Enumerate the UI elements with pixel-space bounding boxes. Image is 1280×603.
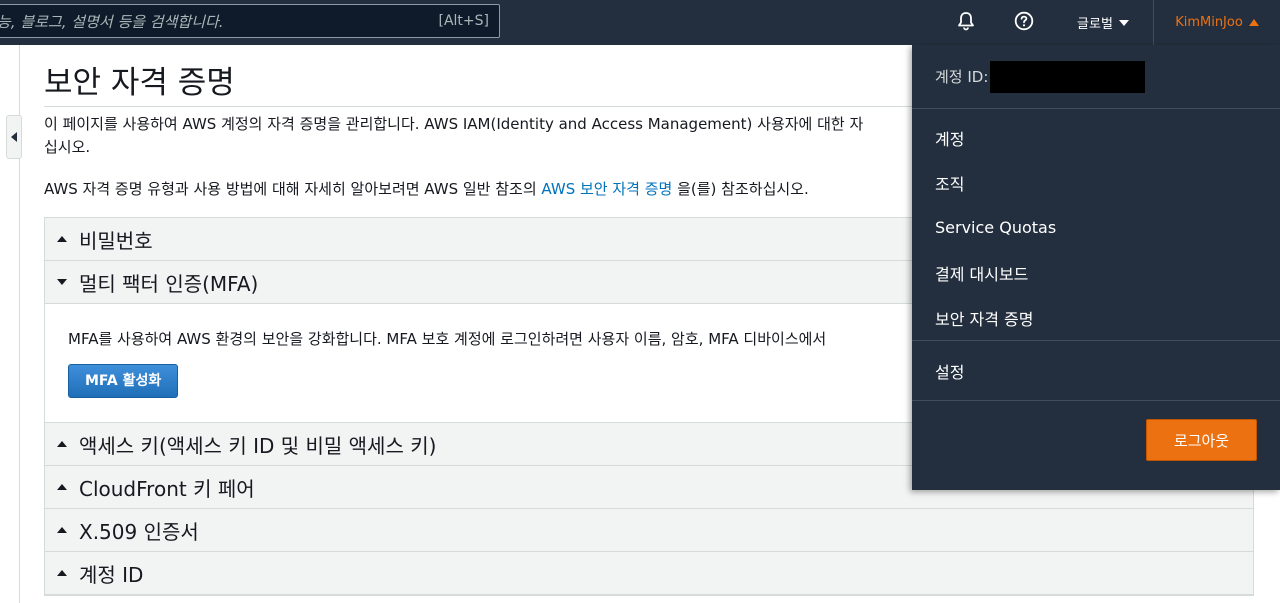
intro-text: 이 페이지를 사용하여 AWS 계정의 자격 증명을 관리합니다. AWS IA…: [44, 115, 864, 133]
account-id-redacted: [990, 60, 1146, 93]
reference-before: AWS 자격 증명 유형과 사용 방법에 대해 자세히 알아보려면 AWS 일반…: [44, 180, 542, 198]
reference-after: 을(를) 참조하십시오.: [672, 180, 809, 198]
triangle-down-icon: [57, 279, 67, 285]
top-navigation: 능, 블로그, 설명서 등을 검색합니다. [Alt+S] 글로벌 KimMin…: [0, 0, 1280, 45]
menu-item-security-credentials[interactable]: 보안 자격 증명: [912, 295, 1280, 340]
triangle-up-icon: [57, 236, 67, 242]
side-rail: [0, 45, 22, 603]
triangle-up-icon: [57, 484, 67, 490]
section-x509[interactable]: X.509 인증서: [45, 509, 1253, 552]
caret-up-icon: [1248, 19, 1259, 26]
triangle-up-icon: [57, 527, 67, 533]
section-account-id[interactable]: 계정 ID: [45, 552, 1253, 595]
section-label: 액세스 키(액세스 키 ID 및 비밀 액세스 키): [79, 433, 437, 458]
triangle-up-icon: [57, 570, 67, 576]
notifications-button[interactable]: [952, 0, 980, 45]
region-label: 글로벌: [1077, 17, 1113, 32]
section-label: 비밀번호: [79, 228, 153, 253]
menu-item-organization[interactable]: 조직: [912, 160, 1280, 205]
section-label: X.509 인증서: [79, 519, 199, 544]
logout-area: 로그아웃: [912, 401, 1280, 471]
help-button[interactable]: [1010, 0, 1038, 45]
account-menu-list: 계정 조직 Service Quotas 결제 대시보드 보안 자격 증명: [912, 109, 1280, 341]
account-id-label: 계정 ID:: [935, 68, 989, 86]
menu-item-account[interactable]: 계정: [912, 115, 1280, 160]
help-icon: [1014, 11, 1034, 35]
intro-text-cont: 십시오.: [44, 138, 91, 156]
security-credentials-link[interactable]: AWS 보안 자격 증명: [541, 180, 672, 198]
account-menu-button[interactable]: KimMinJoo: [1153, 0, 1280, 45]
search-placeholder: 능, 블로그, 설명서 등을 검색합니다.: [0, 12, 224, 31]
activate-mfa-button[interactable]: MFA 활성화: [68, 364, 179, 398]
menu-item-settings[interactable]: 설정: [912, 341, 1280, 401]
section-label: 멀티 팩터 인증(MFA): [79, 271, 259, 296]
sidebar-toggle-button[interactable]: [6, 115, 22, 159]
chevron-down-icon: [1118, 19, 1129, 26]
section-label: CloudFront 키 페어: [79, 476, 255, 501]
search-input[interactable]: 능, 블로그, 설명서 등을 검색합니다. [Alt+S]: [0, 4, 500, 38]
menu-item-billing-dashboard[interactable]: 결제 대시보드: [912, 250, 1280, 295]
search-shortcut: [Alt+S]: [438, 13, 490, 29]
region-selector[interactable]: 글로벌: [1058, 0, 1148, 45]
menu-item-service-quotas[interactable]: Service Quotas: [912, 205, 1280, 250]
triangle-up-icon: [57, 441, 67, 447]
account-name: KimMinJoo: [1175, 15, 1243, 30]
bell-icon: [956, 11, 976, 35]
account-dropdown: 계정 ID: 계정 조직 Service Quotas 결제 대시보드 보안 자…: [912, 45, 1280, 490]
chevron-left-icon: [11, 132, 17, 142]
section-label: 계정 ID: [79, 562, 144, 587]
account-id-row: 계정 ID:: [912, 45, 1280, 109]
logout-button[interactable]: 로그아웃: [1146, 419, 1257, 461]
